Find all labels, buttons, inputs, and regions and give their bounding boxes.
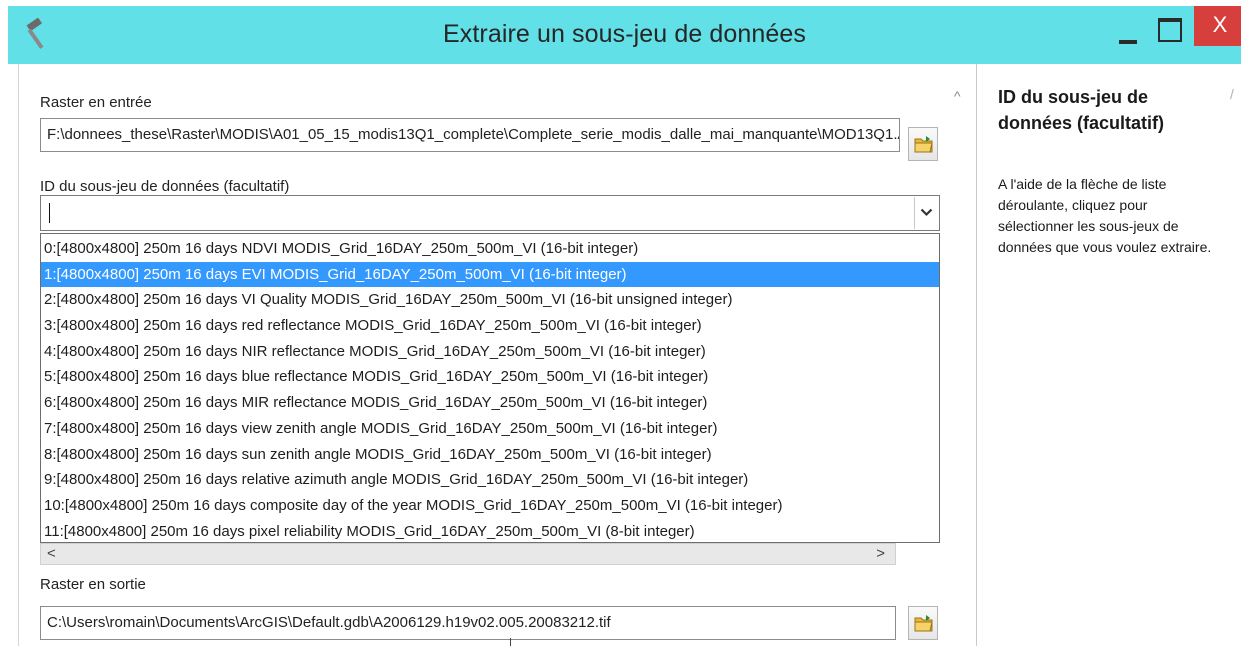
subdataset-label: ID du sous-jeu de données (facultatif) bbox=[40, 178, 290, 195]
title-bar[interactable]: Extraire un sous-jeu de données X bbox=[8, 6, 1241, 64]
subdataset-option[interactable]: 5:[4800x4800] 250m 16 days blue reflecta… bbox=[41, 364, 939, 390]
subdataset-option[interactable]: 8:[4800x4800] 250m 16 days sun zenith an… bbox=[41, 442, 939, 468]
help-text: A l'aide de la flèche de liste déroulant… bbox=[998, 176, 1212, 255]
combo-dropdown-button[interactable] bbox=[914, 197, 938, 229]
vertical-scroll-up-arrow[interactable]: ^ bbox=[954, 88, 961, 104]
output-browse-button[interactable] bbox=[908, 606, 938, 640]
subdataset-dropdown-list[interactable]: 0:[4800x4800] 250m 16 days NDVI MODIS_Gr… bbox=[40, 233, 940, 543]
input-raster-label: Raster en entrée bbox=[40, 94, 152, 111]
scroll-right-arrow[interactable]: > bbox=[876, 545, 885, 562]
output-raster-label: Raster en sortie bbox=[40, 576, 146, 593]
help-title: ID du sous-jeu de données (facultatif) bbox=[998, 87, 1165, 133]
subdataset-option[interactable]: 9:[4800x4800] 250m 16 days relative azim… bbox=[41, 467, 939, 493]
mouse-cursor bbox=[510, 638, 511, 646]
folder-icon bbox=[914, 136, 933, 153]
subdataset-option[interactable]: 4:[4800x4800] 250m 16 days NIR reflectan… bbox=[41, 339, 939, 365]
maximize-button[interactable] bbox=[1154, 14, 1184, 58]
subdataset-option[interactable]: 1:[4800x4800] 250m 16 days EVI MODIS_Gri… bbox=[41, 261, 939, 288]
horizontal-scrollbar[interactable]: < > bbox=[40, 543, 896, 565]
subdataset-option[interactable]: 7:[4800x4800] 250m 16 days view zenith a… bbox=[41, 416, 939, 442]
text-caret bbox=[49, 203, 50, 223]
tool-dialog: Extraire un sous-jeu de données X Raster… bbox=[0, 0, 1241, 646]
chevron-down-icon bbox=[920, 208, 933, 217]
subdataset-option[interactable]: 2:[4800x4800] 250m 16 days VI Quality MO… bbox=[41, 287, 939, 313]
subdataset-option[interactable]: 11:[4800x4800] 250m 16 days pixel reliab… bbox=[41, 519, 939, 545]
subdataset-option[interactable]: 6:[4800x4800] 250m 16 days MIR reflectan… bbox=[41, 390, 939, 416]
help-panel: ID du sous-jeu de données (facultatif) A… bbox=[977, 64, 1241, 646]
folder-icon bbox=[914, 615, 933, 632]
output-raster-field[interactable]: C:\Users\romain\Documents\ArcGIS\Default… bbox=[40, 606, 896, 640]
input-browse-button[interactable] bbox=[908, 127, 938, 161]
window-title: Extraire un sous-jeu de données bbox=[442, 20, 807, 48]
minimize-button[interactable] bbox=[1113, 14, 1143, 58]
help-scrollbar[interactable]: / bbox=[1230, 86, 1234, 102]
input-raster-field[interactable]: F:\donnees_these\Raster\MODIS\A01_05_15_… bbox=[40, 118, 900, 152]
subdataset-option[interactable]: 10:[4800x4800] 250m 16 days composite da… bbox=[41, 493, 939, 519]
subdataset-combobox[interactable] bbox=[40, 195, 940, 231]
scroll-left-arrow[interactable]: < bbox=[47, 545, 56, 562]
subdataset-option[interactable]: 3:[4800x4800] 250m 16 days red reflectan… bbox=[41, 313, 939, 339]
subdataset-option[interactable]: 0:[4800x4800] 250m 16 days NDVI MODIS_Gr… bbox=[41, 236, 939, 262]
close-button[interactable]: X bbox=[1194, 6, 1241, 46]
